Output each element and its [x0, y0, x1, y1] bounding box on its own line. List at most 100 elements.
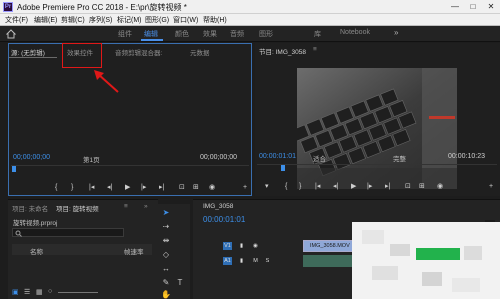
tab-audio-clip-mixer[interactable]: 音频剪辑混合器: — [115, 47, 162, 57]
play-icon[interactable]: ▶ — [125, 183, 130, 193]
hand-tool-icon[interactable]: ✋ — [160, 290, 172, 299]
source-page-select[interactable]: 第1页 — [83, 154, 100, 164]
timeline-sequence-tab[interactable]: IMG_3058 — [203, 203, 233, 210]
project-more-button[interactable]: » — [144, 203, 148, 210]
export-frame-icon[interactable]: ◉ — [209, 183, 215, 193]
step-back-icon[interactable]: ◂| — [107, 183, 112, 193]
minimize-button[interactable]: — — [446, 1, 464, 13]
add-marker-icon[interactable]: ▾ — [265, 182, 269, 192]
project-file-name: 旋转视频.prproj — [13, 220, 58, 227]
pixelated-watermark — [352, 222, 500, 299]
column-frame-rate[interactable]: 帧速率 — [124, 246, 144, 256]
timeline-timecode[interactable]: 00:00:01:01 — [203, 215, 245, 224]
tools-panel: ➤ ⇢ ⇹ ◇ ↔ ✎ ✋ T — [158, 204, 190, 299]
step-back-icon[interactable]: ◂| — [333, 182, 338, 192]
go-to-in-icon[interactable]: |◂ — [89, 183, 94, 193]
menu-window[interactable]: 窗口(W) — [173, 15, 198, 25]
zoom-slider[interactable] — [58, 292, 98, 293]
menu-sequence[interactable]: 序列(S) — [89, 15, 112, 25]
source-tab-underline — [9, 57, 57, 58]
title-bar: Pr Adobe Premiere Pro CC 2018 - E:\pr\旋转… — [0, 0, 500, 14]
export-frame-icon[interactable]: ◉ — [437, 182, 443, 192]
step-forward-icon[interactable]: |▸ — [367, 182, 372, 192]
insert-icon[interactable]: ⊡ — [179, 183, 185, 193]
workspace-tab-graphics[interactable]: 图形 — [259, 29, 273, 39]
step-forward-icon[interactable]: |▸ — [141, 183, 146, 193]
ripple-edit-tool-icon[interactable]: ⇹ — [160, 236, 172, 246]
mark-out-icon[interactable]: } — [71, 183, 73, 193]
project-panel-menu-icon[interactable]: ≡ — [124, 203, 128, 210]
extract-icon[interactable]: ⊞ — [419, 182, 425, 192]
workspace-tab-libraries[interactable]: 库 — [314, 29, 321, 39]
program-timecode-right: 00:00:10:23 — [448, 153, 485, 160]
close-button[interactable]: ✕ — [482, 1, 500, 13]
track-select-tool-icon[interactable]: ⇢ — [160, 222, 172, 232]
go-to-out-icon[interactable]: ▸| — [385, 182, 390, 192]
go-to-in-icon[interactable]: |◂ — [315, 182, 320, 192]
track-v1-target[interactable]: V1 — [223, 242, 232, 250]
tab-source[interactable]: 源: (无剪辑) — [11, 47, 45, 57]
program-quality-select[interactable]: 完整 — [393, 153, 406, 163]
menu-graphics[interactable]: 图形(G) — [145, 15, 169, 25]
menu-clip[interactable]: 剪辑(C) — [61, 15, 85, 25]
zoom-slider-icon[interactable]: ○ — [48, 288, 52, 295]
source-timecode-left[interactable]: 00;00;00;00 — [13, 154, 50, 161]
menu-marker[interactable]: 标记(M) — [117, 15, 142, 25]
tab-project-rotate-video[interactable]: 项目: 旋转视频 — [56, 203, 99, 213]
workspace-more-button[interactable]: » — [394, 28, 398, 37]
workspace-bar: 组件 编辑 颜色 效果 音频 图形 库 Notebook » — [0, 26, 500, 42]
list-view-icon[interactable]: ☰ — [24, 288, 30, 296]
project-search-input[interactable] — [12, 228, 124, 237]
selection-tool-icon[interactable]: ➤ — [160, 208, 172, 218]
menu-edit[interactable]: 编辑(E) — [34, 15, 57, 25]
slip-tool-icon[interactable]: ↔ — [160, 264, 172, 274]
source-time-ruler[interactable] — [11, 165, 249, 175]
tab-metadata[interactable]: 元数据 — [190, 47, 210, 57]
column-name[interactable]: 名称 — [30, 246, 43, 256]
track-a1-target[interactable]: A1 — [223, 257, 232, 265]
program-timecode-left[interactable]: 00:00:01:01 — [259, 153, 296, 160]
program-playhead[interactable] — [281, 165, 285, 171]
window-title: Adobe Premiere Pro CC 2018 - E:\pr\旋转视频 … — [17, 3, 187, 12]
track-a1-lock-icon[interactable]: ▮ — [237, 257, 246, 265]
program-fit-select[interactable]: 适合 — [313, 153, 326, 163]
lock-icon[interactable]: ▣ — [12, 288, 19, 296]
track-v1-lock-icon[interactable]: ▮ — [237, 242, 246, 250]
go-to-out-icon[interactable]: ▸| — [159, 183, 164, 193]
maximize-button[interactable]: □ — [464, 1, 482, 13]
workspace-tab-audio[interactable]: 音频 — [230, 29, 244, 39]
razor-tool-icon[interactable]: ◇ — [160, 250, 172, 260]
source-playhead[interactable] — [12, 166, 16, 172]
workspace-tab-notebook[interactable]: Notebook — [340, 29, 370, 36]
add-button-icon[interactable]: + — [243, 183, 247, 193]
workspace-tab-color[interactable]: 颜色 — [175, 29, 189, 39]
mark-in-icon[interactable]: { — [285, 182, 287, 192]
program-time-ruler[interactable] — [257, 164, 497, 174]
program-title[interactable]: 节目: IMG_3058 — [259, 46, 306, 56]
workspace-tab-assembly[interactable]: 组件 — [118, 29, 132, 39]
program-panel-menu-icon[interactable]: ≡ — [313, 46, 317, 53]
workspace-tab-editing[interactable]: 编辑 — [144, 29, 158, 39]
track-a1-solo[interactable]: S — [263, 257, 272, 265]
home-icon[interactable] — [6, 29, 16, 39]
track-a1-mute[interactable]: M — [251, 257, 260, 265]
tab-project-untitled[interactable]: 项目: 未命名 — [12, 203, 48, 213]
overwrite-icon[interactable]: ⊞ — [193, 183, 199, 193]
icon-view-icon[interactable]: ▦ — [36, 288, 43, 296]
pen-tool-icon[interactable]: ✎ — [160, 278, 172, 288]
source-monitor-panel: 源: (无剪辑) 效果控件 音频剪辑混合器: 元数据 00;00;00;00 第… — [8, 43, 252, 196]
menu-file[interactable]: 文件(F) — [5, 15, 28, 25]
track-v1-eye-icon[interactable]: ◉ — [251, 242, 260, 250]
add-button-icon[interactable]: + — [489, 182, 493, 192]
workspace-tab-effects[interactable]: 效果 — [203, 29, 217, 39]
lift-icon[interactable]: ⊡ — [405, 182, 411, 192]
mark-out-icon[interactable]: } — [299, 182, 301, 192]
active-workspace-indicator — [141, 39, 163, 41]
project-footer: ▣ ☰ ▦ ○ — [8, 286, 158, 299]
menu-help[interactable]: 帮助(H) — [203, 15, 227, 25]
source-transport-controls: { } |◂ ◂| ▶ |▸ ▸| ⊡ ⊞ ◉ + — [11, 183, 251, 193]
menu-bar: 文件(F) 编辑(E) 剪辑(C) 序列(S) 标记(M) 图形(G) 窗口(W… — [0, 14, 500, 26]
play-icon[interactable]: ▶ — [351, 182, 356, 192]
mark-in-icon[interactable]: { — [55, 183, 57, 193]
text-tool-icon[interactable]: T — [174, 278, 186, 288]
